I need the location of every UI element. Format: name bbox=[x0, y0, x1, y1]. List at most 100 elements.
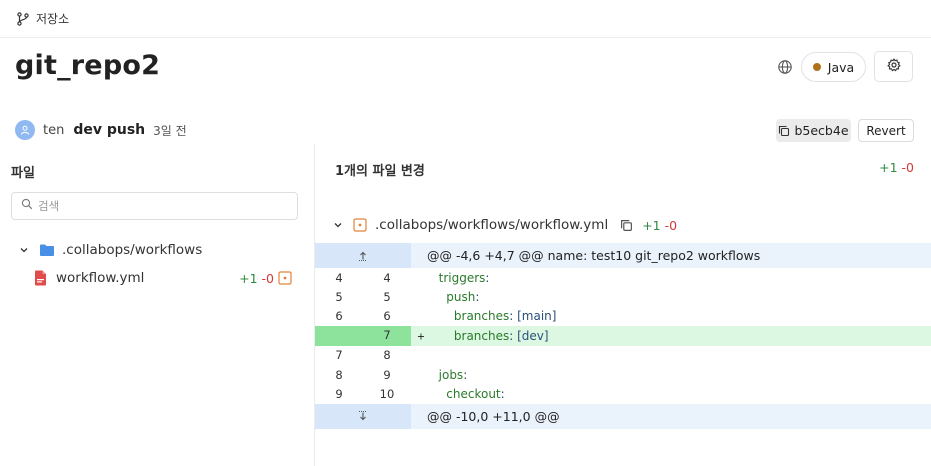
branch-icon bbox=[16, 11, 30, 26]
diff-file-stats: +1 -0 bbox=[642, 218, 677, 233]
code-value: [main] bbox=[513, 309, 557, 324]
copy-icon bbox=[778, 125, 790, 137]
line-numbers: 55 bbox=[315, 290, 411, 304]
commit-sha-button[interactable]: b5ecb4e bbox=[776, 119, 851, 142]
diff-line: 9 10 checkout: bbox=[315, 384, 931, 403]
commit-sha: b5ecb4e bbox=[794, 123, 849, 138]
breadcrumb-repositories[interactable]: 저장소 bbox=[36, 10, 69, 27]
code-line: branches: [main] bbox=[431, 309, 557, 324]
language-color-dot bbox=[812, 63, 821, 71]
old-line-number: 7 bbox=[335, 348, 343, 363]
avatar[interactable] bbox=[15, 120, 35, 140]
code-key: branches bbox=[453, 328, 510, 343]
modified-icon bbox=[353, 218, 367, 232]
old-line-number: 5 bbox=[335, 290, 343, 305]
commit-message: dev push bbox=[73, 122, 146, 138]
modified-icon bbox=[278, 271, 292, 289]
line-numbers: 9 10 bbox=[315, 387, 411, 401]
code-line: push: bbox=[431, 290, 479, 304]
folder-icon bbox=[39, 243, 55, 257]
line-numbers: 44 bbox=[315, 271, 411, 285]
code-key: checkout bbox=[446, 387, 501, 402]
old-line-number bbox=[315, 326, 363, 345]
tree-file[interactable]: workflow.yml +1 -0 bbox=[34, 268, 298, 288]
hunk-header-bottom: @@ -10,0 +11,0 @@ bbox=[315, 403, 931, 429]
new-line-number: 4 bbox=[383, 270, 391, 285]
expand-down-icon bbox=[359, 411, 367, 421]
folder-name: .collabops/workflows bbox=[62, 242, 203, 258]
new-line-number: 7 bbox=[383, 328, 391, 343]
chevron-down-icon[interactable] bbox=[19, 245, 31, 255]
repo-title: git_repo2 bbox=[15, 50, 161, 81]
files-panel-title: 파일 bbox=[11, 166, 35, 181]
diff-file-additions: +1 bbox=[642, 217, 661, 233]
diff-line-added: 7 + branches: [dev] bbox=[315, 326, 931, 346]
code-key: triggers bbox=[438, 270, 486, 285]
changes-additions: +1 bbox=[879, 160, 898, 175]
line-numbers: 66 bbox=[315, 309, 411, 323]
diff-line: 78 bbox=[315, 346, 931, 365]
file-stats: +1 -0 bbox=[239, 271, 274, 286]
old-line-number: 8 bbox=[335, 367, 343, 382]
code-separator: : bbox=[475, 290, 480, 305]
expand-up-icon bbox=[359, 251, 367, 261]
search-input[interactable] bbox=[38, 199, 278, 213]
old-line-number: 6 bbox=[335, 309, 343, 324]
code-key: push bbox=[446, 290, 476, 305]
new-line-number: 9 bbox=[383, 367, 391, 382]
globe-icon[interactable] bbox=[777, 59, 793, 75]
diff-file-header[interactable]: .collabops/workflows/workflow.yml +1 -0 bbox=[333, 215, 677, 235]
old-line-number: 9 bbox=[335, 387, 343, 402]
hunk-header-top: @@ -4,6 +4,7 @@ name: test10 git_repo2 w… bbox=[315, 243, 931, 268]
file-deletions: -0 bbox=[261, 270, 274, 286]
hunk-header-text: @@ -10,0 +11,0 @@ bbox=[427, 408, 560, 424]
settings-button[interactable] bbox=[874, 51, 913, 82]
new-line-number: 10 bbox=[379, 387, 395, 402]
code-line: jobs: bbox=[431, 367, 468, 382]
commit-info: ten dev push 3일 전 bbox=[15, 119, 187, 141]
code-separator: : bbox=[485, 270, 490, 285]
diff-lines: 44 triggers: 5 5 push: 6 6 branches: [main] 7… bbox=[315, 268, 931, 404]
old-line-number: 4 bbox=[335, 270, 343, 285]
code-separator: : bbox=[500, 387, 505, 402]
diff-line: 89 jobs: bbox=[315, 365, 931, 384]
search-icon bbox=[21, 198, 33, 214]
changes-deletions: -0 bbox=[901, 160, 914, 175]
line-numbers: 78 bbox=[315, 348, 411, 362]
files-panel: 파일 .collabops/workflows workflow.yml +1 … bbox=[0, 144, 315, 466]
tree-folder[interactable]: .collabops/workflows bbox=[19, 240, 202, 260]
diff-view: @@ -4,6 +4,7 @@ name: test10 git_repo2 w… bbox=[315, 243, 931, 429]
code-line: branches: [dev] bbox=[431, 329, 549, 343]
code-line: triggers: bbox=[431, 270, 490, 285]
language-label: Java bbox=[827, 59, 855, 75]
file-additions: +1 bbox=[239, 270, 258, 286]
changes-title: 1개의 파일 변경 bbox=[335, 164, 425, 179]
line-numbers: 7 bbox=[315, 326, 411, 346]
code-separator: : bbox=[463, 367, 468, 382]
new-line-number: 6 bbox=[383, 309, 391, 324]
diff-line: 44 triggers: bbox=[315, 268, 931, 287]
code-line: checkout: bbox=[431, 387, 505, 402]
diff-sign: + bbox=[417, 328, 425, 343]
expand-up-button[interactable] bbox=[315, 243, 411, 268]
file-search[interactable] bbox=[11, 192, 298, 220]
changes-stats: +1 -0 bbox=[879, 160, 914, 175]
code-key: branches bbox=[453, 309, 510, 324]
chevron-down-icon[interactable] bbox=[333, 220, 343, 230]
expand-down-button[interactable] bbox=[315, 403, 411, 429]
commit-author[interactable]: ten bbox=[43, 123, 64, 138]
new-line-number: 5 bbox=[383, 290, 391, 305]
line-numbers: 89 bbox=[315, 368, 411, 382]
language-badge: Java bbox=[801, 52, 866, 82]
revert-button[interactable]: Revert bbox=[858, 119, 914, 142]
code-value: [dev] bbox=[513, 328, 549, 343]
hunk-header-text: @@ -4,6 +4,7 @@ name: test10 git_repo2 w… bbox=[427, 248, 761, 263]
commit-time: 3일 전 bbox=[153, 123, 187, 138]
copy-icon[interactable] bbox=[620, 219, 633, 232]
